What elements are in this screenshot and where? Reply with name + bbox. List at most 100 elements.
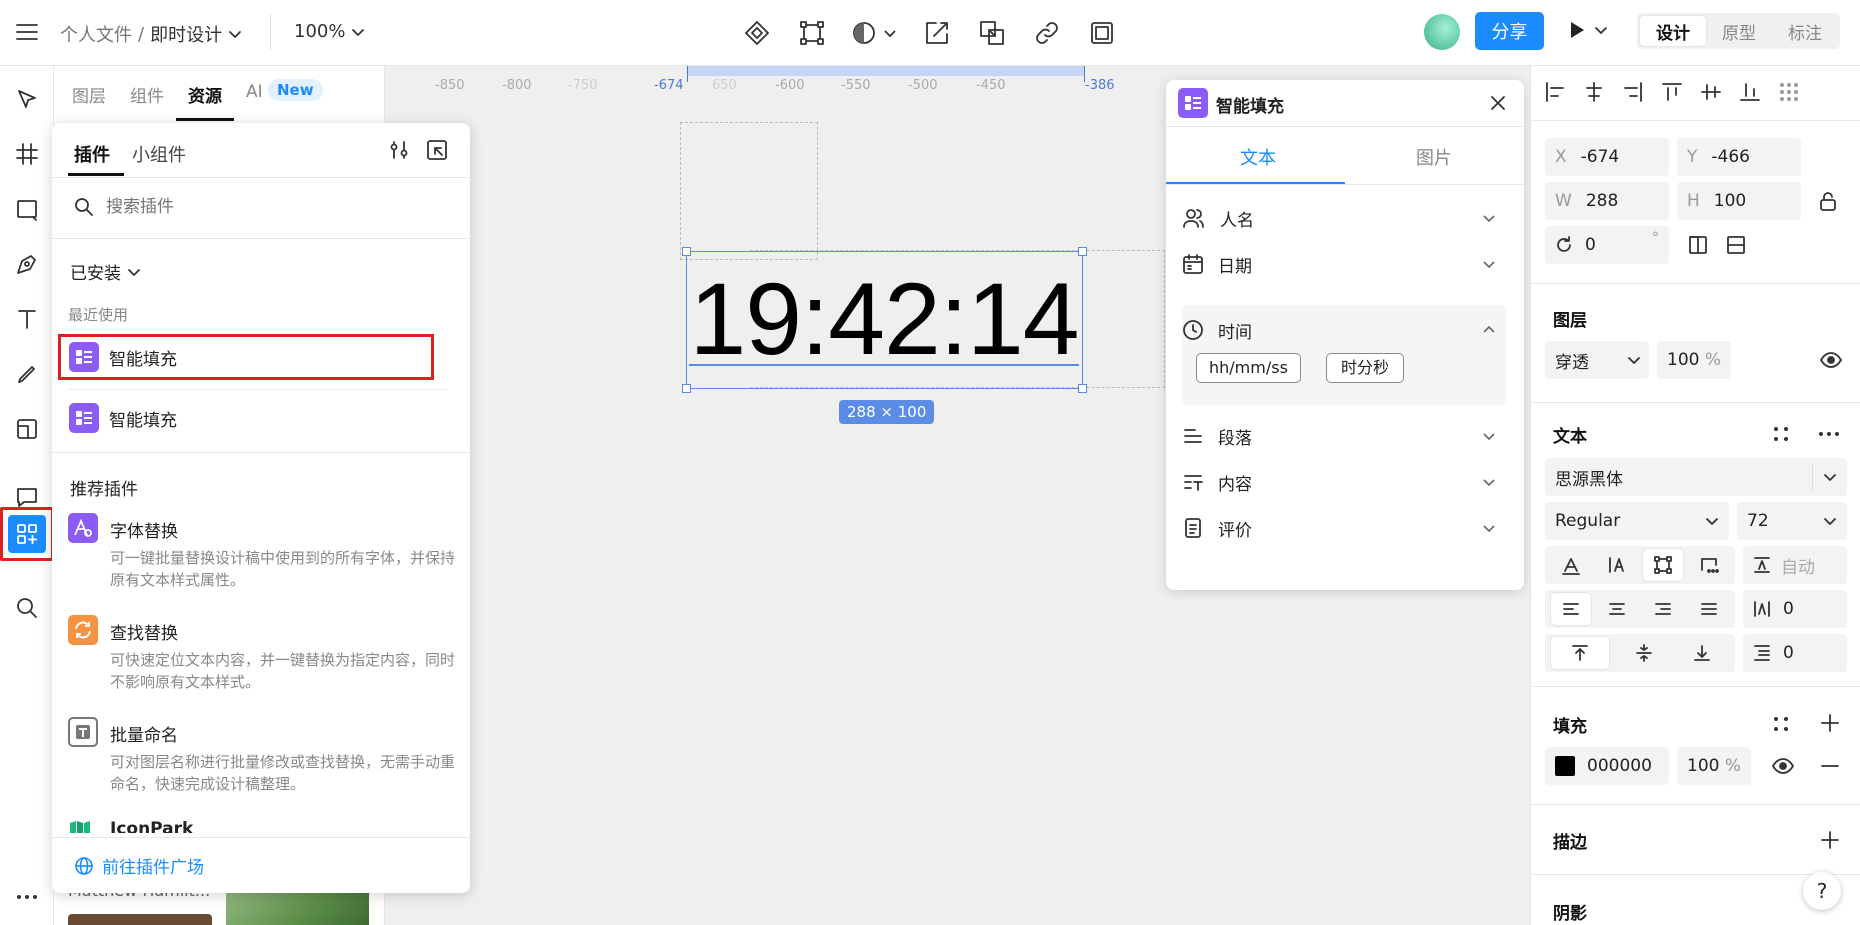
fill-row-content[interactable]: 内容 xyxy=(1182,459,1506,505)
frame-tool-icon[interactable] xyxy=(11,138,43,170)
fill-row-name[interactable]: 人名 xyxy=(1182,195,1506,241)
tab-annotate[interactable]: 标注 xyxy=(1772,16,1838,46)
fill-row-time[interactable]: 时间 xyxy=(1182,307,1506,353)
close-icon[interactable] xyxy=(1488,93,1508,113)
recent-plugin-smart-fill-highlighted[interactable]: 智能填充 xyxy=(58,334,434,380)
tab-image[interactable]: 图片 xyxy=(1416,144,1452,170)
valign-top-icon[interactable] xyxy=(1551,637,1609,669)
slice-tool-icon[interactable] xyxy=(11,413,43,445)
resize-handle[interactable] xyxy=(682,247,691,256)
letter-spacing-field[interactable]: 0 xyxy=(1743,590,1847,628)
align-top-icon[interactable] xyxy=(1660,80,1684,104)
eye-icon[interactable] xyxy=(1771,754,1795,778)
add-fill-icon[interactable] xyxy=(1819,712,1841,734)
tab-layers[interactable]: 图层 xyxy=(72,82,106,107)
avatar[interactable] xyxy=(1424,14,1460,50)
time-format-option[interactable]: 时分秒 xyxy=(1326,353,1405,383)
component-icon[interactable] xyxy=(741,17,773,49)
font-weight-select[interactable]: Regular xyxy=(1545,502,1729,540)
pencil-tool-icon[interactable] xyxy=(11,358,43,390)
installed-dropdown[interactable]: 已安装 xyxy=(70,259,141,284)
tab-text[interactable]: 文本 xyxy=(1240,144,1276,170)
resize-handle[interactable] xyxy=(1078,384,1087,393)
fill-row-review[interactable]: 评价 xyxy=(1182,505,1506,551)
line-height-field[interactable]: 自动 xyxy=(1743,546,1847,584)
settings-sliders-icon[interactable] xyxy=(388,139,410,161)
selected-text-layer[interactable]: 19:42:14 xyxy=(682,247,1087,393)
blend-mode-select[interactable]: 穿透 xyxy=(1545,341,1649,379)
width-field[interactable]: W 288 xyxy=(1545,182,1669,220)
edit-export-icon[interactable] xyxy=(921,17,953,49)
tab-plugins[interactable]: 插件 xyxy=(74,141,110,167)
paragraph-spacing-field[interactable]: 0 xyxy=(1743,634,1847,672)
fill-row-paragraph[interactable]: 段落 xyxy=(1182,413,1506,459)
breadcrumb-parent[interactable]: 个人文件 xyxy=(60,21,132,47)
style-grid-icon[interactable] xyxy=(1771,714,1791,734)
share-button[interactable]: 分享 xyxy=(1475,12,1544,50)
zoom-select[interactable]: 100% xyxy=(294,21,365,42)
more-icon[interactable] xyxy=(11,881,43,913)
distribute-icon[interactable] xyxy=(1777,80,1801,104)
layer-opacity-field[interactable]: 100 % xyxy=(1657,341,1731,379)
more-options-icon[interactable] xyxy=(1817,424,1841,444)
breadcrumb[interactable]: 个人文件 / 即时设计 xyxy=(60,21,242,47)
eye-icon[interactable] xyxy=(1819,348,1843,372)
align-left-icon[interactable] xyxy=(1543,80,1567,104)
rectangle-tool-icon[interactable] xyxy=(11,193,43,225)
tab-widgets[interactable]: 小组件 xyxy=(132,141,186,167)
play-button[interactable] xyxy=(1568,20,1608,40)
file-name[interactable]: 即时设计 xyxy=(150,21,222,47)
plugin-tool-icon[interactable] xyxy=(8,515,46,553)
move-tool-icon[interactable] xyxy=(11,84,43,116)
fixed-size-icon[interactable] xyxy=(1643,549,1683,581)
auto-height-icon[interactable] xyxy=(1597,549,1637,581)
style-grid-icon[interactable] xyxy=(1771,424,1791,444)
asset-thumbnail[interactable] xyxy=(68,914,212,925)
color-swatch[interactable] xyxy=(1555,756,1575,776)
link-icon[interactable] xyxy=(1031,17,1063,49)
valign-bottom-icon[interactable] xyxy=(1673,637,1731,669)
tab-assets[interactable]: 资源 xyxy=(188,82,222,107)
align-right-icon[interactable] xyxy=(1621,80,1645,104)
text-align-center-icon[interactable] xyxy=(1597,593,1637,625)
lock-icon[interactable] xyxy=(1817,190,1839,212)
x-field[interactable]: X -674 xyxy=(1545,138,1669,176)
frame-icon[interactable] xyxy=(1086,17,1118,49)
recent-plugin-smart-fill[interactable]: 智能填充 xyxy=(58,395,434,441)
tab-components[interactable]: 组件 xyxy=(130,82,164,107)
align-vcenter-icon[interactable] xyxy=(1699,80,1723,104)
text-align-left-icon[interactable] xyxy=(1551,593,1591,625)
search-tool-icon[interactable] xyxy=(11,592,43,624)
valign-middle-icon[interactable] xyxy=(1615,637,1673,669)
truncate-icon[interactable] xyxy=(1689,549,1729,581)
flip-horizontal-icon[interactable] xyxy=(1687,234,1709,256)
text-align-justify-icon[interactable] xyxy=(1689,593,1729,625)
y-field[interactable]: Y -466 xyxy=(1677,138,1801,176)
font-size-select[interactable]: 72 xyxy=(1737,502,1847,540)
fill-color-field[interactable]: 000000 xyxy=(1545,747,1669,785)
font-family-select[interactable]: 思源黑体 xyxy=(1545,458,1847,496)
tab-prototype[interactable]: 原型 xyxy=(1706,16,1772,46)
plugin-search-input[interactable] xyxy=(106,191,446,223)
resize-handle[interactable] xyxy=(682,384,691,393)
height-field[interactable]: H 100 xyxy=(1677,182,1801,220)
add-stroke-icon[interactable] xyxy=(1819,829,1841,851)
align-hcenter-icon[interactable] xyxy=(1582,80,1606,104)
flip-vertical-icon[interactable] xyxy=(1725,234,1747,256)
text-tool-icon[interactable] xyxy=(11,303,43,335)
plugin-tool-highlight[interactable] xyxy=(0,507,54,561)
fill-row-date[interactable]: 日期 xyxy=(1182,241,1506,287)
time-format-option[interactable]: hh/mm/ss xyxy=(1196,353,1301,383)
text-align-right-icon[interactable] xyxy=(1643,593,1683,625)
resize-handle[interactable] xyxy=(1078,247,1087,256)
tab-design[interactable]: 设计 xyxy=(1640,16,1706,46)
pen-tool-icon[interactable] xyxy=(11,248,43,280)
auto-width-icon[interactable] xyxy=(1551,549,1591,581)
open-external-icon[interactable] xyxy=(426,139,448,161)
rotation-field[interactable]: 0 ° xyxy=(1545,226,1669,264)
boolean-icon[interactable] xyxy=(976,17,1008,49)
contrast-icon[interactable] xyxy=(850,17,900,49)
help-icon[interactable]: ? xyxy=(1803,872,1841,910)
tab-ai[interactable]: AI xyxy=(246,82,263,102)
clock-text[interactable]: 19:42:14 xyxy=(687,260,1081,378)
